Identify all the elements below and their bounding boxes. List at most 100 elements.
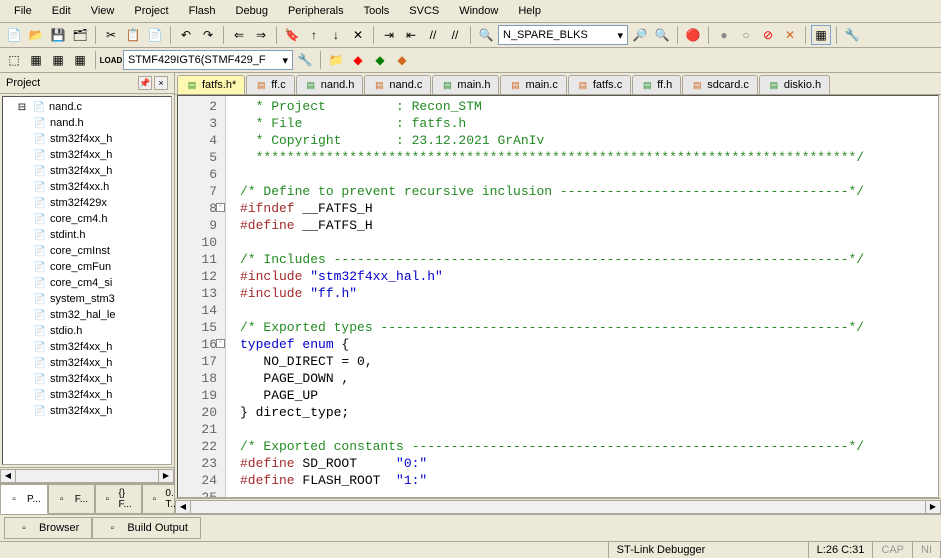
tree-item[interactable]: 📄stm32_hal_le (5, 307, 169, 323)
code-line[interactable]: #define FLASH_ROOT "1:" (240, 472, 864, 489)
bookmark-next-button[interactable]: ↓ (326, 25, 346, 45)
comment-button[interactable]: // (423, 25, 443, 45)
file-tab-sdcardc[interactable]: ▤sdcard.c (682, 75, 758, 94)
nav-back-button[interactable]: ⇐ (229, 25, 249, 45)
tree-item[interactable]: 📄core_cm4_si (5, 275, 169, 291)
file-tab-nandh[interactable]: ▤nand.h (296, 75, 364, 94)
menu-window[interactable]: Window (449, 2, 508, 20)
tree-item[interactable]: 📄stm32f4xx_h (5, 131, 169, 147)
editor-hscrollbar[interactable]: ◀ ▶ (175, 498, 941, 514)
find-icon[interactable]: 🔍 (476, 25, 496, 45)
panel-close-button[interactable]: × (154, 76, 168, 90)
target-options-button[interactable]: 🔧 (295, 50, 315, 70)
tree-item[interactable]: 📄stdint.h (5, 227, 169, 243)
breakpoint-insert-button[interactable]: ● (714, 25, 734, 45)
code-line[interactable]: /* Exported constants ------------------… (240, 438, 864, 455)
cut-button[interactable]: ✂ (101, 25, 121, 45)
books-button[interactable]: ◆ (392, 50, 412, 70)
open-file-button[interactable]: 📂 (26, 25, 46, 45)
paste-button[interactable]: 📄 (145, 25, 165, 45)
configure-button[interactable]: 🔧 (842, 25, 862, 45)
tree-item[interactable]: 📄stm32f4xx_h (5, 371, 169, 387)
download-button[interactable]: LOAD (101, 50, 121, 70)
file-tab-ffc[interactable]: ▤ff.c (246, 75, 294, 94)
output-tab-browser[interactable]: ▫Browser (4, 517, 92, 539)
panel-pin-button[interactable]: 📌 (138, 76, 152, 90)
code-line[interactable] (240, 489, 864, 498)
tree-item[interactable]: 📄stm32f429x (5, 195, 169, 211)
scroll-left-button[interactable]: ◀ (0, 469, 16, 483)
code-line[interactable]: ****************************************… (240, 149, 864, 166)
menu-view[interactable]: View (81, 2, 125, 20)
panel-tab[interactable]: ▫F... (48, 484, 95, 514)
scroll-right-button[interactable]: ▶ (158, 469, 174, 483)
fold-toggle[interactable]: - (216, 339, 225, 348)
code-line[interactable]: #include "stm32f4xx_hal.h" (240, 268, 864, 285)
new-file-button[interactable]: 📄 (4, 25, 24, 45)
code-line[interactable] (240, 234, 864, 251)
menu-project[interactable]: Project (124, 2, 178, 20)
breakpoint-kill-button[interactable]: ✕ (780, 25, 800, 45)
code-line[interactable]: /* Includes ----------------------------… (240, 251, 864, 268)
code-line[interactable]: PAGE_UP (240, 387, 864, 404)
bookmark-toggle-button[interactable]: 🔖 (282, 25, 302, 45)
tree-item[interactable]: 📄stm32f4xx_h (5, 387, 169, 403)
rebuild-button[interactable]: ▦ (48, 50, 68, 70)
scroll-right-button[interactable]: ▶ (925, 500, 941, 514)
code-line[interactable] (240, 166, 864, 183)
menu-help[interactable]: Help (508, 2, 551, 20)
tree-item[interactable]: 📄system_stm3 (5, 291, 169, 307)
select-packs-button[interactable]: ◆ (348, 50, 368, 70)
save-all-button[interactable]: 🗂 (70, 25, 90, 45)
copy-button[interactable]: 📋 (123, 25, 143, 45)
nav-fwd-button[interactable]: ⇒ (251, 25, 271, 45)
tree-item[interactable]: 📄stm32f4xx_h (5, 163, 169, 179)
indent-button[interactable]: ⇥ (379, 25, 399, 45)
window-layout-button[interactable]: ▦ (811, 25, 831, 45)
code-line[interactable]: typedef enum { (240, 336, 864, 353)
file-tab-mainc[interactable]: ▤main.c (500, 75, 566, 94)
file-tab-fatfsh[interactable]: ▤fatfs.h* (177, 75, 245, 94)
save-button[interactable]: 💾 (48, 25, 68, 45)
tree-item[interactable]: 📄core_cm4.h (5, 211, 169, 227)
code-line[interactable]: * Project : Recon_STM (240, 98, 864, 115)
redo-button[interactable]: ↷ (198, 25, 218, 45)
code-line[interactable]: * File : fatfs.h (240, 115, 864, 132)
file-tab-diskioh[interactable]: ▤diskio.h (759, 75, 830, 94)
code-editor[interactable]: 2345678-910111213141516-1718192021222324… (177, 95, 939, 498)
breakpoint-enable-button[interactable]: ○ (736, 25, 756, 45)
menu-edit[interactable]: Edit (42, 2, 81, 20)
translate-button[interactable]: ⬚ (4, 50, 24, 70)
manage-project-button[interactable]: 📁 (326, 50, 346, 70)
code-line[interactable]: #include "ff.h" (240, 285, 864, 302)
tree-item[interactable]: 📄stm32f4xx_h (5, 147, 169, 163)
tree-item[interactable]: 📄stdio.h (5, 323, 169, 339)
code-line[interactable]: /* Define to prevent recursive inclusion… (240, 183, 864, 200)
tree-hscrollbar[interactable]: ◀ ▶ (0, 467, 174, 483)
code-line[interactable] (240, 421, 864, 438)
code-content[interactable]: * Project : Recon_STM * File : fatfs.h *… (226, 96, 868, 497)
tree-root[interactable]: ⊟📄nand.c (5, 99, 169, 115)
breakpoint-disable-button[interactable]: ⊘ (758, 25, 778, 45)
incremental-find-button[interactable]: 🔍 (652, 25, 672, 45)
tree-item[interactable]: 📄stm32f4xx_h (5, 339, 169, 355)
code-line[interactable] (240, 302, 864, 319)
find-combo[interactable]: N_SPARE_BLKS ▾ (498, 25, 628, 45)
menu-debug[interactable]: Debug (226, 2, 278, 20)
code-line[interactable]: /* Exported types ----------------------… (240, 319, 864, 336)
code-line[interactable]: PAGE_DOWN , (240, 370, 864, 387)
target-combo[interactable]: STMF429IGT6(STMF429_F ▾ (123, 50, 293, 70)
menu-svcs[interactable]: SVCS (399, 2, 449, 20)
menu-tools[interactable]: Tools (354, 2, 400, 20)
fold-toggle[interactable]: - (216, 203, 225, 212)
build-batch-button[interactable]: ▦ (70, 50, 90, 70)
code-line[interactable]: } direct_type; (240, 404, 864, 421)
tree-item[interactable]: 📄stm32f4xx.h (5, 179, 169, 195)
file-tab-fatfsc[interactable]: ▤fatfs.c (568, 75, 631, 94)
panel-tab[interactable]: ▫{} F... (95, 484, 142, 514)
code-line[interactable]: * Copyright : 23.12.2021 GrAnIv (240, 132, 864, 149)
bookmark-prev-button[interactable]: ↑ (304, 25, 324, 45)
tree-item[interactable]: 📄core_cmInst (5, 243, 169, 259)
uncomment-button[interactable]: // (445, 25, 465, 45)
code-line[interactable]: #ifndef __FATFS_H (240, 200, 864, 217)
